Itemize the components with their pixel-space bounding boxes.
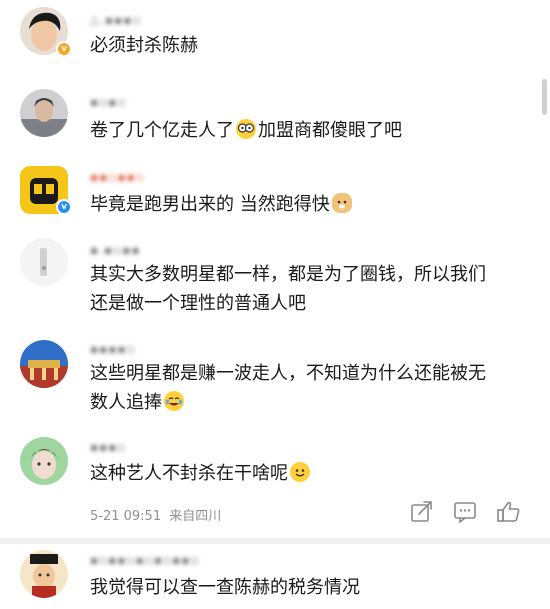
username[interactable]: ▪.▪▫▪▪ bbox=[90, 243, 140, 257]
comment-item[interactable]: v △.▪▪▪▫ 必须封杀陈赫 bbox=[0, 0, 550, 70]
comment-item[interactable]: ▪▪▪▪▫ 这些明星都是赚一波走人，不知道为什么还能被无 数人追捧 bbox=[0, 332, 550, 428]
verified-badge-icon: v bbox=[56, 41, 72, 57]
comment-text-part: 这种艺人不封杀在干啥呢 bbox=[90, 463, 288, 484]
comment-text: 我觉得可以查一查陈赫的税务情况 bbox=[90, 577, 360, 598]
doge-emoji bbox=[331, 193, 352, 213]
laugh-cry-emoji bbox=[164, 391, 184, 411]
comment-text-part: 卷了几个亿走人了 bbox=[90, 120, 234, 141]
avatar[interactable] bbox=[20, 550, 68, 598]
username[interactable]: ▪▫▪▫ bbox=[90, 95, 127, 109]
username[interactable]: ▪▪▪▫ bbox=[90, 440, 127, 454]
comment-text: 毕竟是跑男出来的 当然跑得快 bbox=[90, 190, 540, 219]
avatar[interactable] bbox=[20, 238, 68, 286]
verified-badge-icon: v bbox=[56, 199, 72, 215]
share-icon[interactable] bbox=[409, 500, 435, 524]
comment-item[interactable]: ▪.▪▫▪▪ 其实大多数明星都一样，都是为了圈钱，所以我们 还是做一个理性的普通… bbox=[0, 232, 550, 332]
comment-text-part: 这些明星都是赚一波走人，不知道为什么还能被无 数人追捧 bbox=[90, 363, 486, 413]
username[interactable]: △.▪▪▪▫ bbox=[90, 13, 142, 27]
comment-location: 来自四川 bbox=[169, 509, 222, 524]
comment-text: 必须封杀陈赫 bbox=[90, 35, 198, 56]
glasses-face-emoji bbox=[236, 119, 256, 139]
comment-meta: 5-21 09:51 来自四川 bbox=[90, 505, 221, 524]
comment-text: 这些明星都是赚一波走人，不知道为什么还能被无 数人追捧 bbox=[90, 359, 540, 417]
comment-text: 卷了几个亿走人了 加盟商都傻眼了吧 bbox=[90, 116, 540, 145]
like-icon[interactable] bbox=[496, 500, 522, 524]
comment-item[interactable]: v ▪▪▫▪▪▫ 毕竟是跑男出来的 当然跑得快 bbox=[0, 158, 550, 230]
avatar[interactable] bbox=[20, 437, 68, 485]
comment-text-part: 毕竟是跑男出来的 当然跑得快 bbox=[90, 194, 330, 215]
comment-datetime: 5-21 09:51 bbox=[90, 509, 162, 524]
comment-text: 这种艺人不封杀在干啥呢 bbox=[90, 459, 540, 488]
username[interactable]: ▪▪▫▪▪▫ bbox=[90, 170, 145, 184]
avatar[interactable] bbox=[20, 89, 68, 137]
comment-item[interactable]: ▪▫▪▫ 卷了几个亿走人了 加盟商都傻眼了吧 bbox=[0, 80, 550, 152]
scrollbar[interactable] bbox=[542, 79, 547, 115]
avatar[interactable] bbox=[20, 340, 68, 388]
comment-list: v △.▪▪▪▫ 必须封杀陈赫 ▪▫▪▫ 卷了几个亿走人了 加盟商都傻眼了吧 v bbox=[0, 0, 550, 609]
smile-emoji bbox=[290, 462, 310, 482]
comment-text-part: 加盟商都傻眼了吧 bbox=[258, 120, 402, 141]
username[interactable]: ▪▫▪▪▫▪▫▪▫▪▪▫ bbox=[90, 553, 200, 567]
comment-text: 其实大多数明星都一样，都是为了圈钱，所以我们 还是做一个理性的普通人吧 bbox=[90, 264, 486, 314]
username[interactable]: ▪▪▪▪▫ bbox=[90, 342, 136, 356]
comment-item[interactable]: ▪▫▪▪▫▪▫▪▫▪▪▫ 我觉得可以查一查陈赫的税务情况 bbox=[0, 544, 550, 609]
comment-icon[interactable] bbox=[452, 500, 478, 524]
